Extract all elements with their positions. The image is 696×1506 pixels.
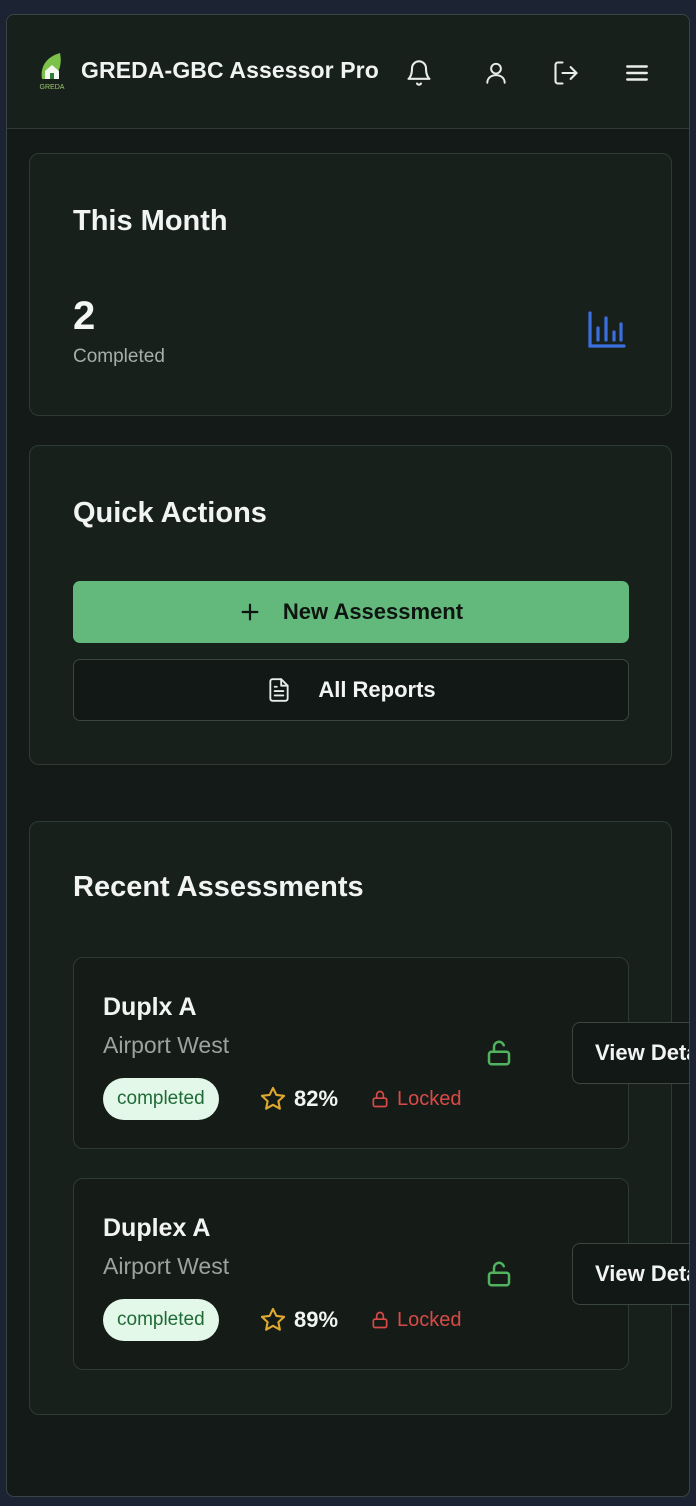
score: 89% [259,1305,338,1335]
unlock-icon[interactable] [484,1259,514,1289]
star-icon [260,1086,286,1110]
menu-button[interactable] [617,53,657,93]
this-month-card: This Month 2 Completed [29,153,672,416]
app-frame: GREDA GREDA-GBC Assessor Pro This Month … [6,14,690,1497]
view-details-button[interactable]: View Details [572,1022,689,1084]
new-assessment-label: New Assessment [282,599,464,624]
notifications-button[interactable] [399,53,439,93]
lock-icon [372,1311,388,1329]
logout-icon [554,61,578,85]
score-value: 82% [294,1086,339,1111]
quick-actions-card: Quick Actions New Assessment All Reports [29,445,672,765]
view-details-button[interactable]: View Details [572,1243,689,1305]
bell-icon [407,60,431,86]
star-icon [260,1307,286,1331]
score: 82% [259,1084,338,1114]
user-icon [486,62,506,84]
locked-status: Locked [370,1307,462,1333]
bar-chart-icon [588,311,626,348]
recent-assessments-card: Recent Assessments Duplx A Airport West … [29,821,689,1415]
greda-logo-icon: GREDA [40,53,65,91]
completed-label: Completed [73,346,165,367]
lock-icon [372,1090,388,1108]
unlock-icon[interactable] [484,1038,514,1068]
locked-label: Locked [397,1308,462,1331]
plus-icon [241,603,259,621]
assessment-location: Airport West [103,1032,230,1058]
logout-button[interactable] [546,53,586,93]
recent-assessments-title: Recent Assessments [73,871,364,903]
status-badge: completed [103,1078,219,1120]
assessment-location: Airport West [103,1253,230,1279]
completed-count: 2 [73,294,96,338]
logo-text: GREDA [40,84,65,91]
document-icon [269,678,289,702]
assessment-name: Duplex A [103,1214,211,1242]
this-month-title: This Month [73,205,228,237]
new-assessment-button[interactable]: New Assessment [73,581,629,643]
profile-button[interactable] [476,53,516,93]
menu-icon [626,65,648,81]
score-value: 89% [294,1307,339,1332]
assessment-name: Duplx A [103,993,197,1021]
assessment-item[interactable]: Duplex A Airport West completed 89% Lock… [73,1178,629,1370]
status-badge: completed [103,1299,219,1341]
app-title: GREDA-GBC Assessor Pro [81,57,379,83]
top-navbar: GREDA GREDA-GBC Assessor Pro [7,15,689,129]
quick-actions-title: Quick Actions [73,497,267,529]
locked-label: Locked [397,1087,462,1110]
all-reports-button[interactable]: All Reports [73,659,629,721]
locked-status: Locked [370,1086,462,1112]
all-reports-label: All Reports [318,677,436,702]
assessment-item[interactable]: Duplx A Airport West completed 82% Locke… [73,957,629,1149]
